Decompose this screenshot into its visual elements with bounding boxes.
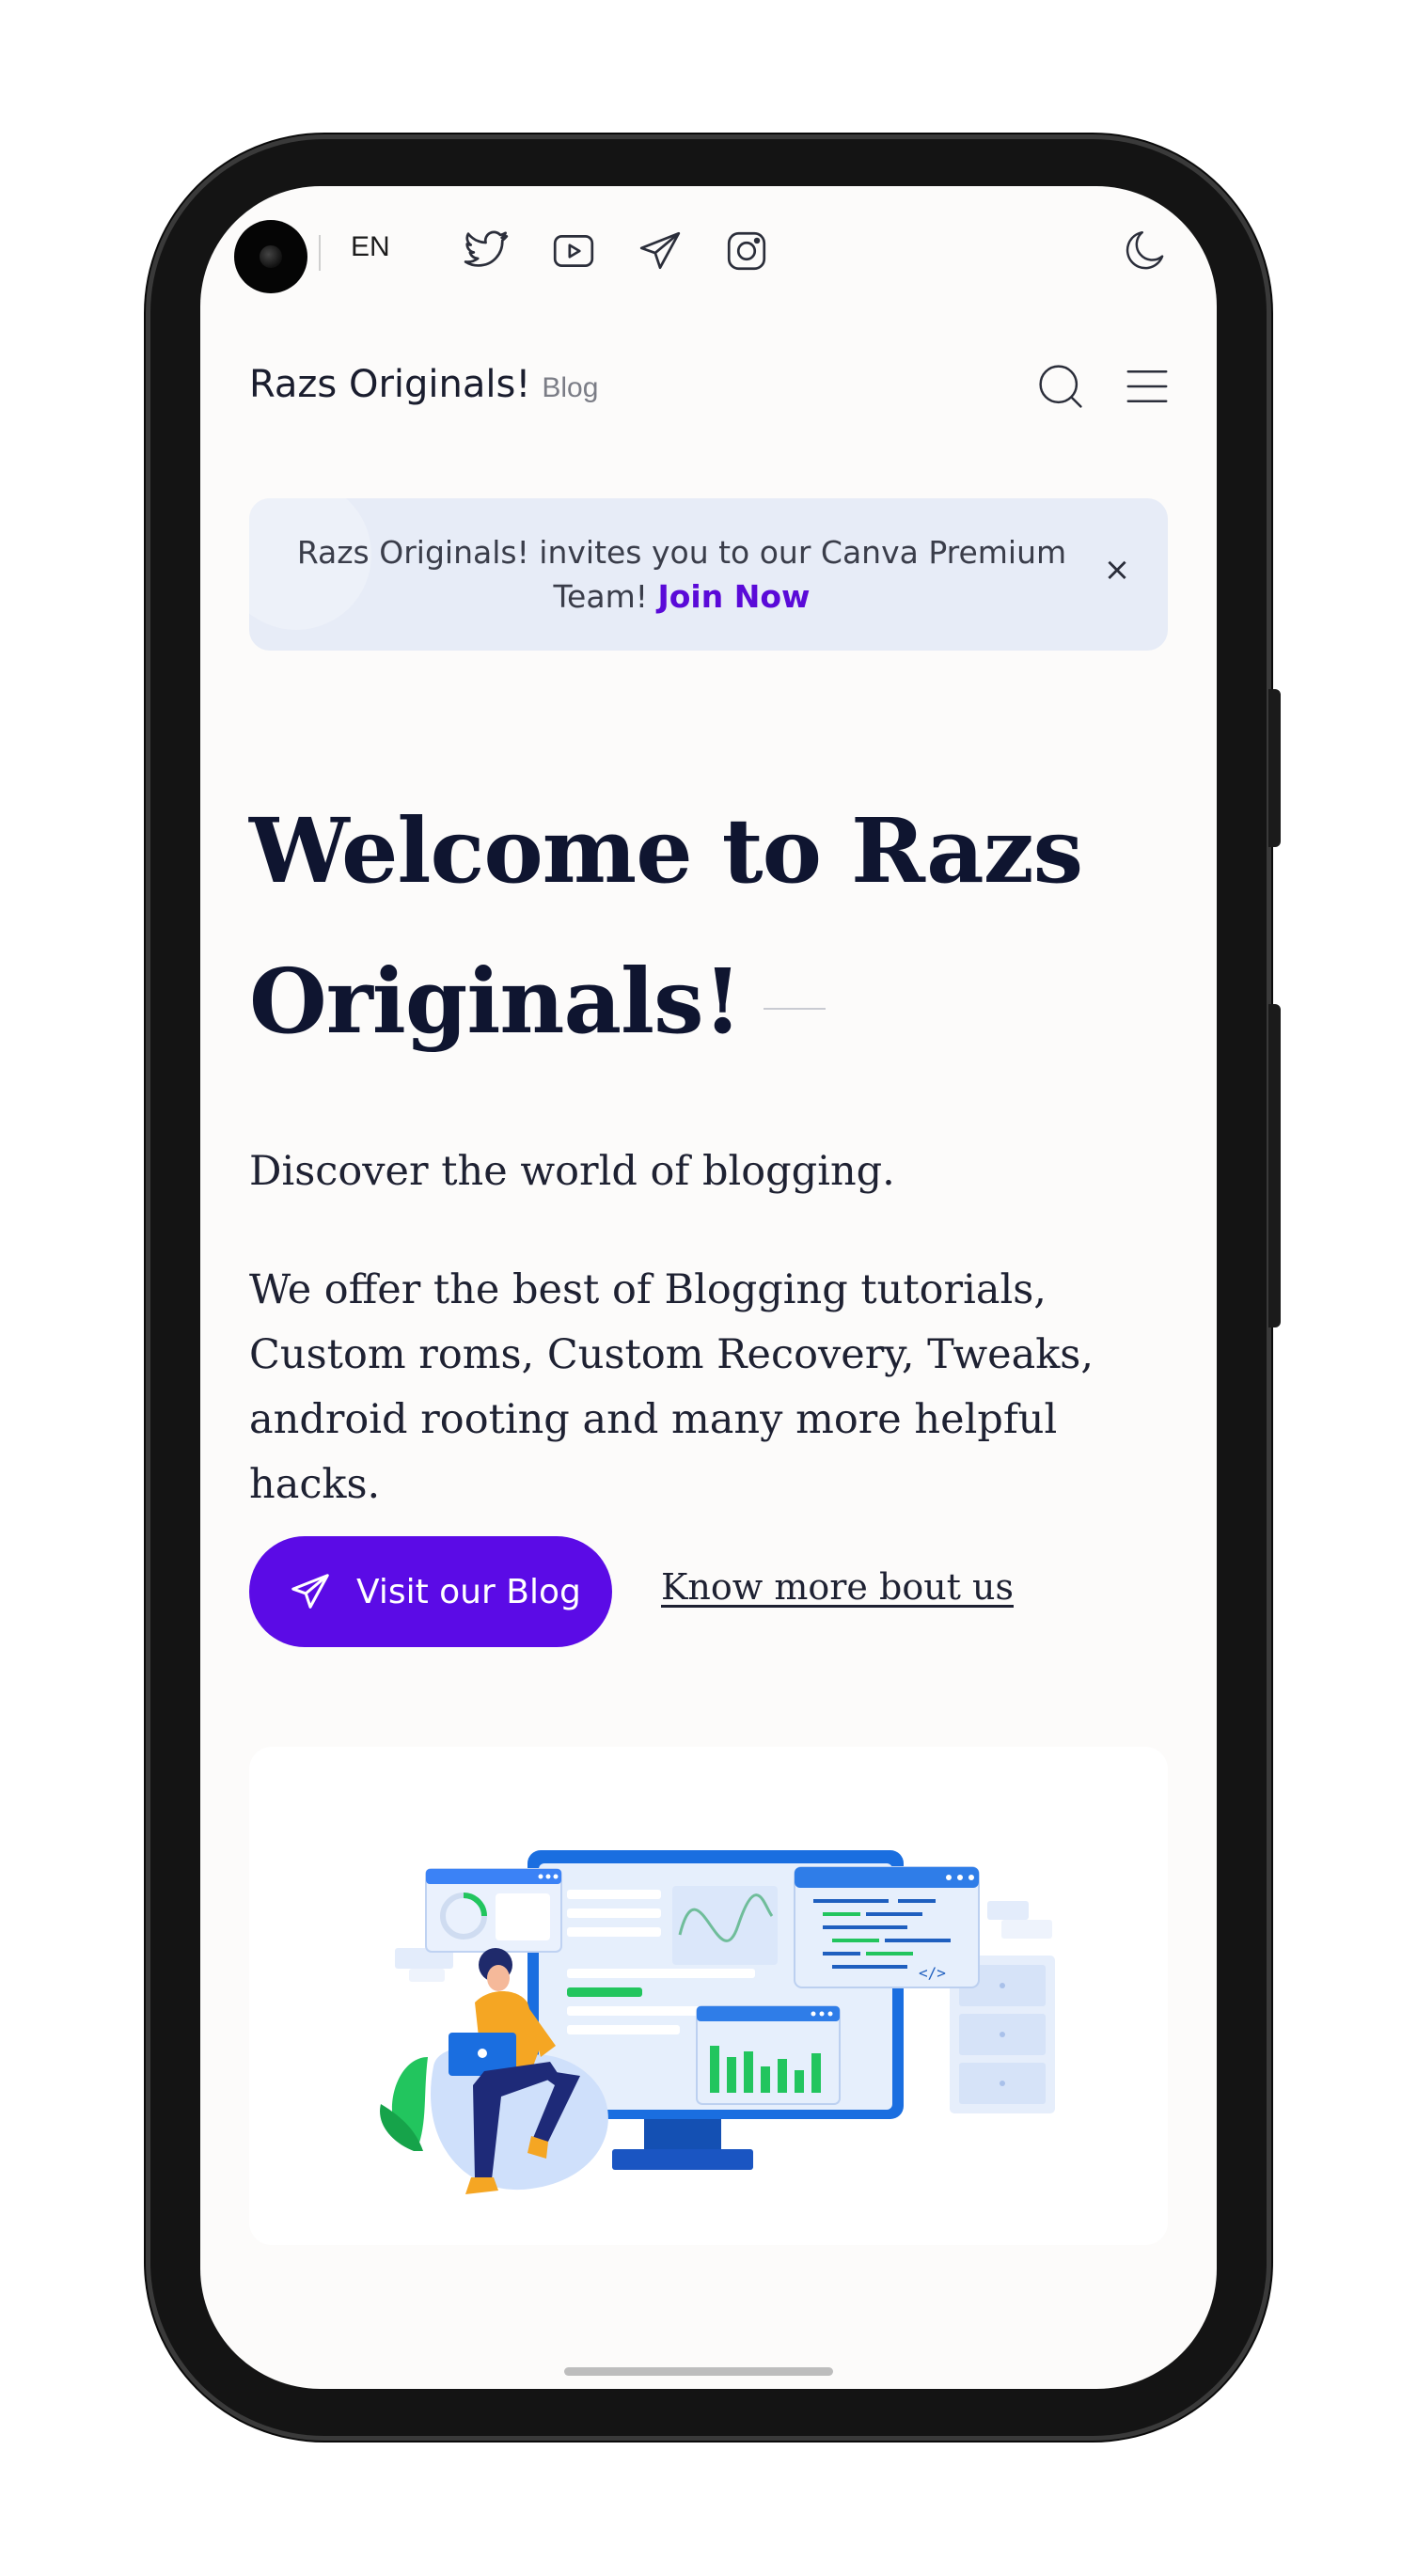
hero-title-text: Welcome to Razs Originals! [249, 799, 1083, 1054]
youtube-icon[interactable] [550, 228, 597, 275]
know-more-link[interactable]: Know more bout us [661, 1566, 1014, 1608]
visit-blog-button[interactable]: Visit our Blog [249, 1536, 612, 1647]
hero-lead: Discover the world of blogging. [249, 1148, 895, 1195]
visit-blog-label: Visit our Blog [356, 1572, 581, 1611]
volume-button [1268, 1004, 1281, 1327]
twitter-icon[interactable] [464, 228, 511, 275]
svg-text:</>: </> [919, 1964, 946, 1982]
power-button [1268, 689, 1281, 847]
screen: EN Razs Originals! Blog Razs Originals! … [200, 186, 1217, 2389]
topbar-divider [319, 235, 321, 271]
hero-illustration: </> [249, 1747, 1168, 2245]
announcement-banner: Razs Originals! invites you to our Canva… [249, 498, 1168, 651]
announcement-text: Razs Originals! invites you to our Canva… [287, 530, 1077, 619]
menu-icon[interactable] [1122, 361, 1173, 412]
moon-icon[interactable] [1119, 226, 1170, 276]
site-subtitle: Blog [542, 372, 599, 403]
join-now-link[interactable]: Join Now [657, 578, 810, 615]
site-title[interactable]: Razs Originals! Blog [249, 363, 598, 406]
hero-title: Welcome to Razs Originals! [249, 777, 1189, 1077]
send-icon [291, 1574, 329, 1609]
home-indicator [564, 2367, 833, 2376]
instagram-icon[interactable] [723, 228, 770, 275]
language-switch[interactable]: EN [351, 231, 390, 263]
telegram-icon[interactable] [637, 228, 684, 275]
search-icon[interactable] [1035, 361, 1086, 412]
hero-description: We offer the best of Blogging tutorials,… [249, 1266, 1094, 1508]
front-camera [234, 220, 307, 293]
site-title-text: Razs Originals! [249, 363, 531, 406]
title-dash [764, 1008, 827, 1011]
close-icon[interactable]: × [1098, 551, 1136, 589]
